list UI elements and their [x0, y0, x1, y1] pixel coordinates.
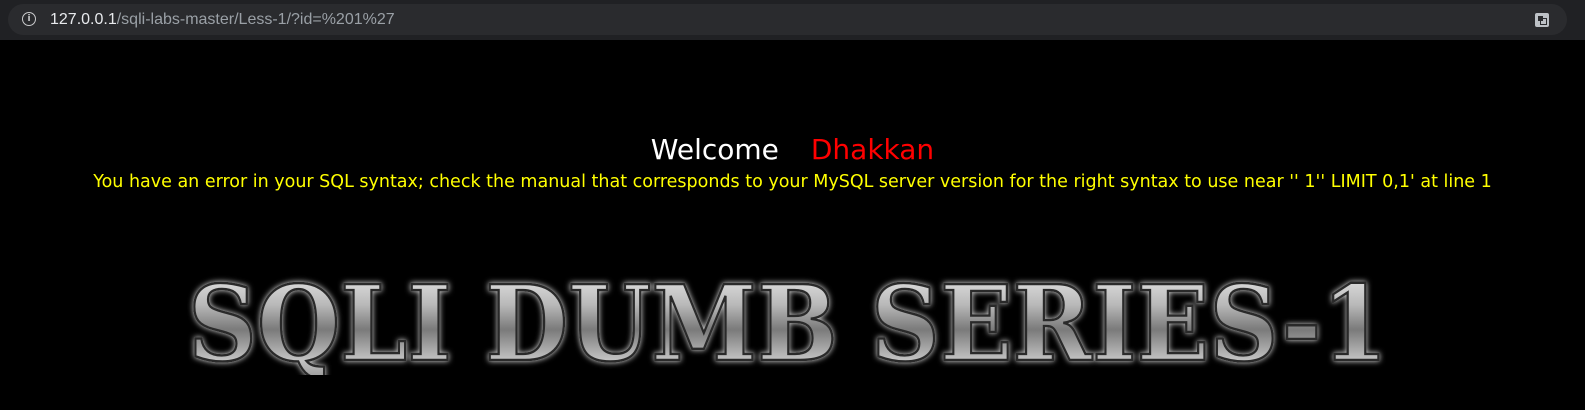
url-text[interactable]: 127.0.0.1/sqli-labs-master/Less-1/?id=%2…	[50, 10, 395, 30]
page-body: Welcome Dhakkan You have an error in your…	[0, 40, 1585, 410]
username-text: Dhakkan	[810, 133, 935, 166]
browser-toolbar: i 127.0.0.1/sqli-labs-master/Less-1/?id=…	[0, 0, 1585, 40]
welcome-line: Welcome Dhakkan	[0, 132, 1585, 168]
logo-text: SQLI DUMB SERIES-1	[188, 275, 1388, 375]
address-bar[interactable]: i 127.0.0.1/sqli-labs-master/Less-1/?id=…	[8, 4, 1567, 35]
site-info-icon[interactable]: i	[22, 12, 36, 26]
welcome-text: Welcome	[650, 133, 779, 166]
url-path: /sqli-labs-master/Less-1/?id=%201%27	[116, 11, 395, 28]
sqli-dumb-series-logo: SQLI DUMB SERIES-1	[187, 275, 1390, 375]
url-host: 127.0.0.1	[50, 11, 117, 28]
sql-error-message: You have an error in your SQL syntax; ch…	[93, 172, 1492, 192]
translate-icon[interactable]	[1535, 13, 1549, 27]
